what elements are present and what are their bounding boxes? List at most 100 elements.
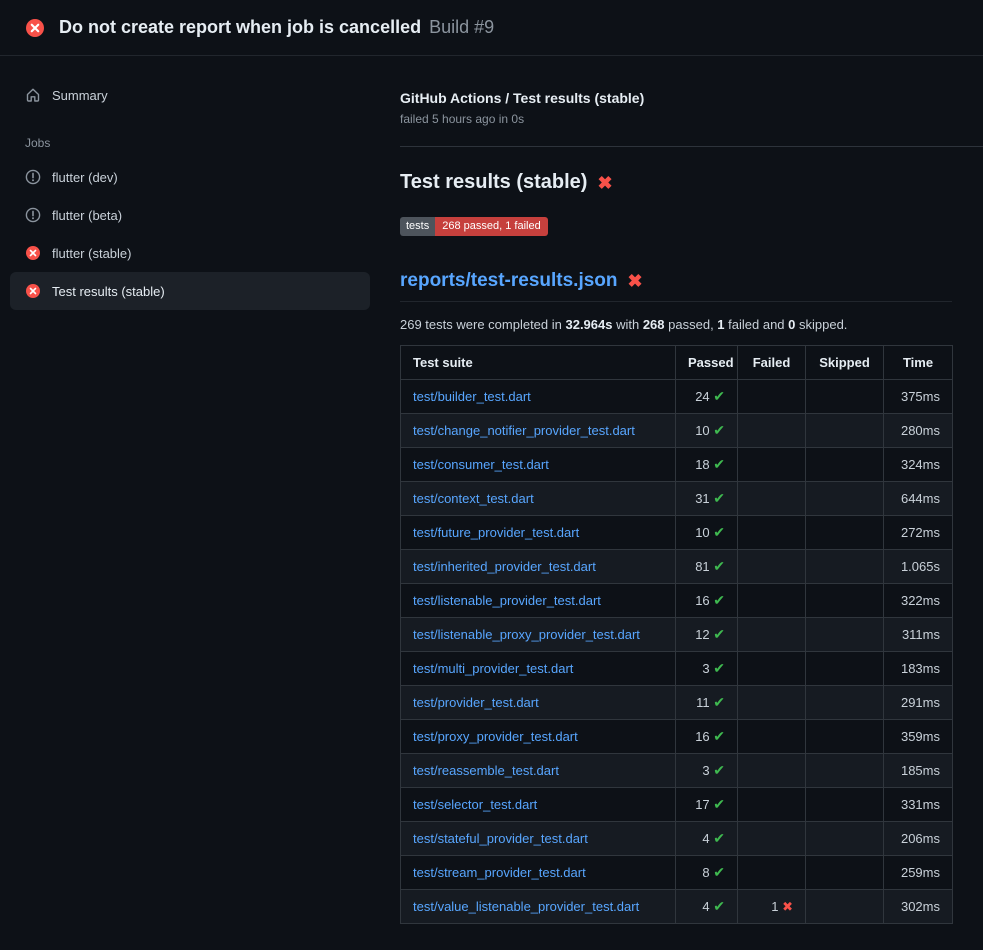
results-table: Test suite Passed Failed Skipped Time te… (400, 345, 953, 924)
failed-cell (738, 414, 806, 448)
run-status-text: failed 5 hours ago in 0s (400, 112, 952, 126)
jobs-list: flutter (dev) flutter (beta) flutter (stab… (0, 158, 380, 310)
tests-summary-line: 269 tests were completed in 32.964s with… (400, 317, 952, 332)
suite-link[interactable]: test/reassemble_test.dart (413, 763, 559, 778)
sidebar-item-summary[interactable]: Summary (10, 78, 370, 112)
table-row: test/consumer_test.dart18 ✔324ms (401, 448, 953, 482)
skipped-cell (806, 414, 884, 448)
table-row: test/inherited_provider_test.dart81 ✔1.0… (401, 550, 953, 584)
jobs-section-label: Jobs (25, 136, 380, 150)
suite-cell: test/value_listenable_provider_test.dart (401, 890, 676, 924)
suite-cell: test/inherited_provider_test.dart (401, 550, 676, 584)
table-row: test/stream_provider_test.dart8 ✔259ms (401, 856, 953, 890)
failed-cell (738, 720, 806, 754)
suite-link[interactable]: test/provider_test.dart (413, 695, 539, 710)
suite-cell: test/builder_test.dart (401, 380, 676, 414)
sidebar-item-flutter-dev[interactable]: flutter (dev) (10, 158, 370, 196)
suite-cell: test/selector_test.dart (401, 788, 676, 822)
table-row: test/reassemble_test.dart3 ✔185ms (401, 754, 953, 788)
table-row: test/builder_test.dart24 ✔375ms (401, 380, 953, 414)
sidebar-item-flutter-beta[interactable]: flutter (beta) (10, 196, 370, 234)
suite-link[interactable]: test/builder_test.dart (413, 389, 531, 404)
passed-cell: 8 ✔ (676, 856, 738, 890)
suite-link[interactable]: test/listenable_proxy_provider_test.dart (413, 627, 640, 642)
passed-cell: 16 ✔ (676, 584, 738, 618)
suite-link[interactable]: test/context_test.dart (413, 491, 534, 506)
time-cell: 291ms (884, 686, 953, 720)
failed-cell (738, 448, 806, 482)
time-cell: 280ms (884, 414, 953, 448)
suite-cell: test/stream_provider_test.dart (401, 856, 676, 890)
suite-cell: test/provider_test.dart (401, 686, 676, 720)
suite-link[interactable]: test/stateful_provider_test.dart (413, 831, 588, 846)
failed-cell (738, 788, 806, 822)
time-cell: 359ms (884, 720, 953, 754)
summary-mid2: passed, (665, 317, 718, 332)
job-label: flutter (beta) (52, 208, 122, 223)
report-file-link[interactable]: reports/test-results.json (400, 270, 618, 292)
job-label: Test results (stable) (52, 284, 165, 299)
failed-cell (738, 856, 806, 890)
skipped-cell (806, 380, 884, 414)
check-run-title: Do not create report when job is cancell… (59, 17, 494, 38)
section-title: Test results (stable) ✖ (400, 171, 952, 194)
skipped-cell (806, 584, 884, 618)
skipped-cell (806, 788, 884, 822)
skipped-cell (806, 754, 884, 788)
check-icon: ✔ (713, 558, 725, 574)
title-text: Do not create report when job is cancell… (59, 17, 421, 37)
failed-cell (738, 754, 806, 788)
failed-cell (738, 822, 806, 856)
suite-link[interactable]: test/listenable_provider_test.dart (413, 593, 601, 608)
passed-cell: 10 ✔ (676, 414, 738, 448)
sidebar-summary-label: Summary (52, 88, 108, 103)
summary-suffix: skipped. (795, 317, 847, 332)
table-row: test/change_notifier_provider_test.dart 1… (401, 414, 953, 448)
skipped-cell (806, 686, 884, 720)
suite-link[interactable]: test/selector_test.dart (413, 797, 537, 812)
suite-cell: test/stateful_provider_test.dart (401, 822, 676, 856)
suite-cell: test/listenable_provider_test.dart (401, 584, 676, 618)
sidebar-item-flutter-stable[interactable]: flutter (stable) (10, 234, 370, 272)
suite-link[interactable]: test/future_provider_test.dart (413, 525, 579, 540)
suite-link[interactable]: test/value_listenable_provider_test.dart (413, 899, 639, 914)
check-icon: ✔ (713, 762, 725, 778)
badge-label: tests (400, 217, 435, 236)
passed-cell: 12 ✔ (676, 618, 738, 652)
suite-link[interactable]: test/inherited_provider_test.dart (413, 559, 596, 574)
suite-cell: test/proxy_provider_test.dart (401, 720, 676, 754)
table-row: test/listenable_provider_test.dart16 ✔32… (401, 584, 953, 618)
table-row: test/listenable_proxy_provider_test.dart… (401, 618, 953, 652)
failed-cell (738, 618, 806, 652)
time-cell: 272ms (884, 516, 953, 550)
time-cell: 331ms (884, 788, 953, 822)
check-icon: ✔ (713, 490, 725, 506)
suite-link[interactable]: test/stream_provider_test.dart (413, 865, 586, 880)
suite-cell: test/change_notifier_provider_test.dart (401, 414, 676, 448)
time-cell: 324ms (884, 448, 953, 482)
skipped-cell (806, 482, 884, 516)
passed-cell: 4 ✔ (676, 822, 738, 856)
sidebar-item-test-results-stable[interactable]: Test results (stable) (10, 272, 370, 310)
check-icon: ✔ (713, 694, 725, 710)
sidebar: Summary Jobs flutter (dev) flutter (beta)… (0, 56, 380, 310)
table-row: test/multi_provider_test.dart3 ✔183ms (401, 652, 953, 686)
skipped-cell (806, 856, 884, 890)
passed-cell: 3 ✔ (676, 652, 738, 686)
suite-link[interactable]: test/change_notifier_provider_test.dart (413, 423, 635, 438)
suite-link[interactable]: test/multi_provider_test.dart (413, 661, 573, 676)
suite-link[interactable]: test/consumer_test.dart (413, 457, 549, 472)
col-header-skipped: Skipped (806, 346, 884, 380)
suite-link[interactable]: test/proxy_provider_test.dart (413, 729, 578, 744)
check-icon: ✔ (713, 864, 725, 880)
suite-cell: test/consumer_test.dart (401, 448, 676, 482)
x-circle-icon (25, 283, 41, 299)
suite-cell: test/context_test.dart (401, 482, 676, 516)
suite-cell: test/listenable_proxy_provider_test.dart (401, 618, 676, 652)
check-icon: ✔ (713, 830, 725, 846)
divider (400, 146, 983, 147)
job-label: flutter (dev) (52, 170, 118, 185)
skipped-cell (806, 890, 884, 924)
col-header-passed: Passed (676, 346, 738, 380)
failed-cell (738, 652, 806, 686)
